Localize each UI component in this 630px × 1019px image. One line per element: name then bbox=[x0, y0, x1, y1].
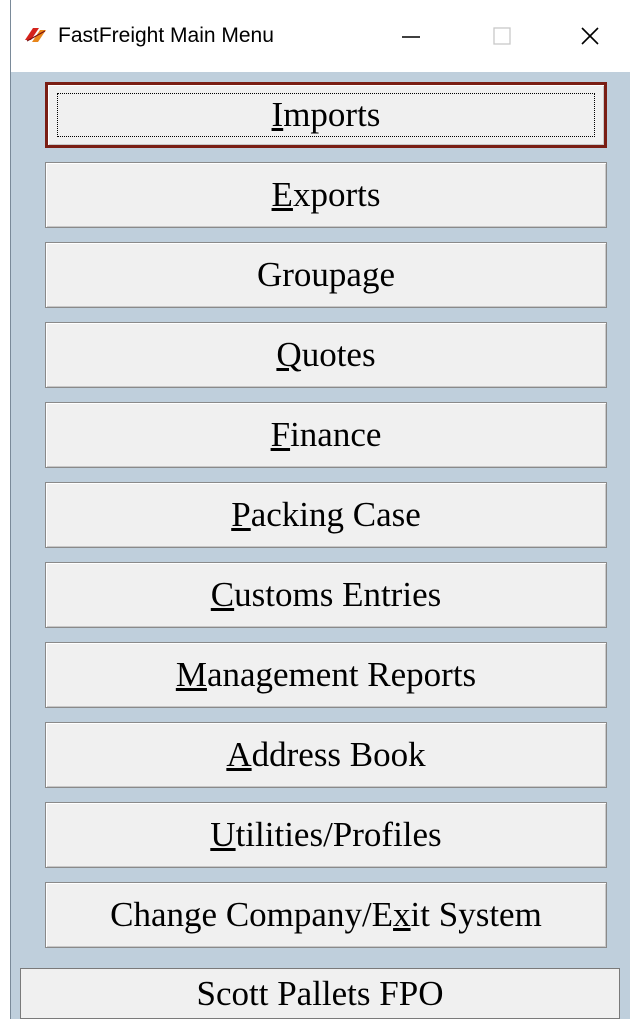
label-text: ddress Book bbox=[251, 735, 426, 774]
accelerator-key: A bbox=[226, 735, 252, 774]
company-name: Scott Pallets FPO bbox=[196, 973, 444, 1013]
button-label: Change Company/Exit System bbox=[110, 895, 542, 935]
label-text: mports bbox=[283, 95, 381, 134]
close-icon bbox=[581, 27, 599, 45]
title-bar[interactable]: FastFreight Main Menu bbox=[11, 0, 630, 72]
quotes-button[interactable]: Quotes bbox=[45, 322, 607, 388]
accelerator-key: I bbox=[271, 95, 284, 134]
label-text: Groupage bbox=[256, 255, 395, 294]
change-company-exit-button[interactable]: Change Company/Exit System bbox=[45, 882, 607, 948]
accelerator-key: U bbox=[210, 815, 236, 854]
button-label: Imports bbox=[272, 95, 381, 135]
label-text: acking Case bbox=[250, 495, 421, 534]
finance-button[interactable]: Finance bbox=[45, 402, 607, 468]
exports-button[interactable]: Exports bbox=[45, 162, 607, 228]
fastfreight-app-icon bbox=[23, 24, 49, 46]
utilities-profiles-button[interactable]: Utilities/Profiles bbox=[45, 802, 607, 868]
company-status-panel: Scott Pallets FPO bbox=[20, 968, 620, 1019]
customs-entries-button[interactable]: Customs Entries bbox=[45, 562, 607, 628]
accelerator-key: C bbox=[210, 575, 235, 614]
label-text: it System bbox=[410, 895, 542, 934]
maximize-icon bbox=[493, 27, 511, 45]
label-text: tilities/Profiles bbox=[235, 815, 442, 854]
accelerator-key: M bbox=[175, 655, 207, 694]
accelerator-key: Q bbox=[276, 335, 302, 374]
maximize-button bbox=[457, 0, 547, 72]
button-label: Utilities/Profiles bbox=[210, 815, 441, 855]
button-label: Groupage bbox=[257, 255, 395, 295]
button-label: Address Book bbox=[226, 735, 425, 775]
imports-button[interactable]: Imports bbox=[45, 82, 607, 148]
button-label: Exports bbox=[272, 175, 381, 215]
accelerator-key: x bbox=[393, 895, 411, 934]
management-reports-button[interactable]: Management Reports bbox=[45, 642, 607, 708]
minimize-icon bbox=[402, 36, 420, 38]
label-text: xports bbox=[292, 175, 381, 214]
button-label: Finance bbox=[271, 415, 382, 455]
label-text: ustoms Entries bbox=[234, 575, 442, 614]
label-text: anagement Reports bbox=[206, 655, 477, 694]
button-label: Quotes bbox=[276, 335, 375, 375]
main-menu-window: FastFreight Main Menu Imports Exports Grou… bbox=[10, 0, 630, 1019]
minimize-button[interactable] bbox=[366, 0, 456, 72]
label-text: uotes bbox=[301, 335, 376, 374]
accelerator-key: P bbox=[231, 495, 251, 534]
packing-case-button[interactable]: Packing Case bbox=[45, 482, 607, 548]
label-text: Change Company/E bbox=[110, 895, 394, 934]
button-label: Management Reports bbox=[176, 655, 476, 695]
button-label: Customs Entries bbox=[211, 575, 441, 615]
accelerator-key: E bbox=[271, 175, 293, 214]
groupage-button[interactable]: Groupage bbox=[45, 242, 607, 308]
accelerator-key: F bbox=[270, 415, 291, 454]
button-label: Packing Case bbox=[231, 495, 421, 535]
close-button[interactable] bbox=[545, 0, 630, 72]
label-text: inance bbox=[290, 415, 382, 454]
window-title: FastFreight Main Menu bbox=[58, 24, 274, 47]
address-book-button[interactable]: Address Book bbox=[45, 722, 607, 788]
